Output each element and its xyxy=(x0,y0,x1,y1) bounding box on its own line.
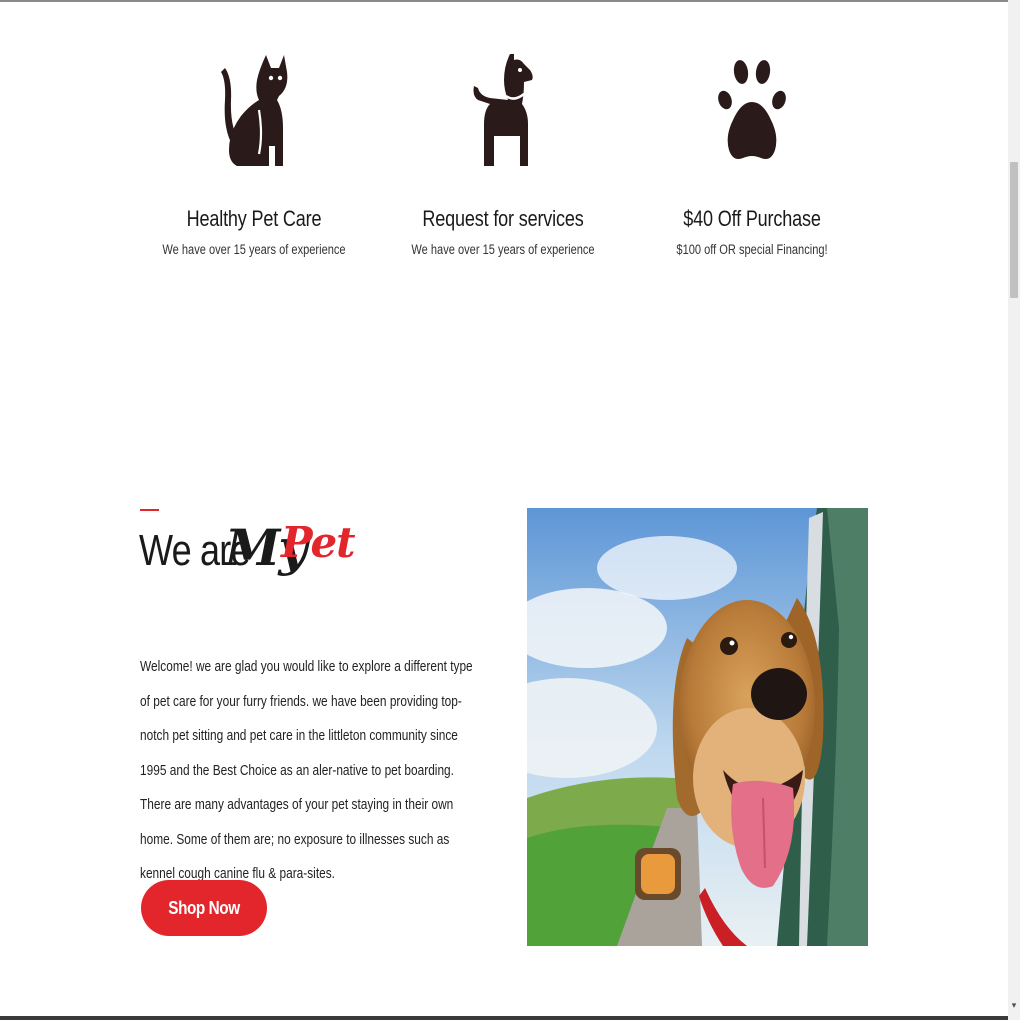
feature-title: Request for services xyxy=(422,206,584,231)
about-heading-pet: Pet xyxy=(281,518,356,567)
feature-request-for-services: Request for services We have over 15 yea… xyxy=(378,50,628,258)
about-description: Welcome! we are glad you would like to e… xyxy=(140,650,476,892)
feature-description: We have over 15 years of experience xyxy=(162,242,346,257)
feature-title: Healthy Pet Care xyxy=(186,206,322,231)
scroll-down-arrow-icon[interactable]: ▾ xyxy=(1009,1000,1019,1010)
shop-now-button[interactable]: Shop Now xyxy=(141,880,267,936)
dog-photo-illustration xyxy=(527,508,868,946)
feature-title: $40 Off Purchase xyxy=(683,206,821,231)
shop-now-label: Shop Now xyxy=(168,898,240,918)
bottom-divider xyxy=(0,1016,1008,1020)
about-paragraph-1: Welcome! we are glad you would like to e… xyxy=(140,659,473,779)
top-divider xyxy=(0,0,1008,2)
dog-icon xyxy=(473,54,533,166)
about-paragraph-2: There are many advantages of your pet st… xyxy=(140,797,454,882)
scrollbar-thumb[interactable] xyxy=(1010,162,1018,298)
paw-icon xyxy=(718,60,786,159)
feature-40-off-purchase: $40 Off Purchase $100 off OR special Fin… xyxy=(627,50,877,258)
feature-healthy-pet-care: Healthy Pet Care We have over 15 years o… xyxy=(129,50,379,258)
feature-description: $100 off OR special Financing! xyxy=(676,242,828,257)
dog-in-car-photo xyxy=(527,508,868,946)
page-scrollbar[interactable]: ▾ xyxy=(1008,0,1020,1020)
section-accent-bar xyxy=(140,509,159,511)
cat-icon xyxy=(221,55,288,166)
feature-description: We have over 15 years of experience xyxy=(411,242,595,257)
